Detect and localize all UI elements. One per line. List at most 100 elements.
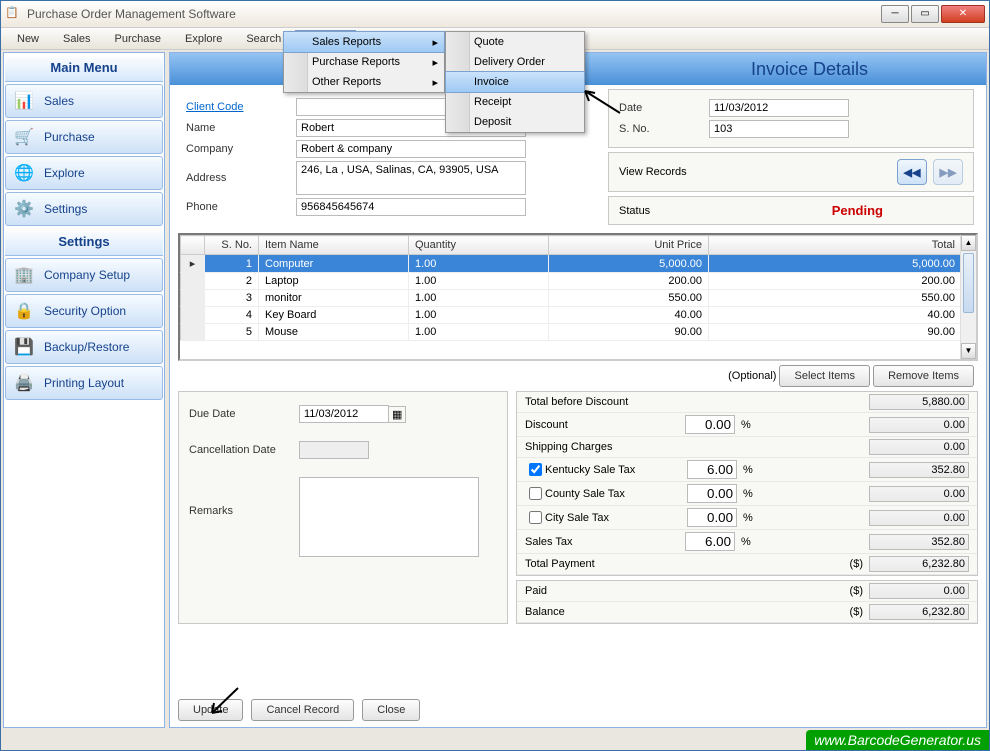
kentucky-pct-input[interactable] [687, 460, 737, 479]
update-button[interactable]: Update [178, 699, 243, 721]
sidebar-item-label: Settings [44, 202, 87, 216]
kentucky-value: 352.80 [869, 462, 969, 478]
sidebar-item-company[interactable]: 🏢 Company Setup [5, 258, 163, 292]
chevron-right-icon: ▸ [432, 76, 438, 89]
printer-icon: 🖨️ [12, 371, 36, 395]
company-input[interactable] [296, 140, 526, 158]
sno-label: S. No. [619, 123, 709, 135]
lock-icon: 🔒 [12, 299, 36, 323]
submenu-purchase-reports[interactable]: Purchase Reports▸ [284, 52, 444, 72]
sidebar-item-label: Sales [44, 94, 74, 108]
watermark: www.BarcodeGenerator.us [806, 730, 989, 750]
chevron-right-icon: ▸ [432, 36, 438, 49]
optional-label: (Optional) [728, 370, 776, 382]
chevron-right-icon: ▸ [432, 56, 438, 69]
submenu-delivery-order[interactable]: Delivery Order [446, 52, 584, 72]
shipping-value: 0.00 [869, 439, 969, 455]
maximize-button[interactable]: ▭ [911, 5, 939, 23]
paid-label: Paid [525, 585, 685, 597]
content: Invoice Details Client Code Name Company… [169, 52, 987, 728]
remarks-label: Remarks [189, 477, 299, 517]
sidebar-item-printing[interactable]: 🖨️ Printing Layout [5, 366, 163, 400]
select-items-button[interactable]: Select Items [779, 365, 870, 387]
minimize-button[interactable]: ─ [881, 5, 909, 23]
sidebar-item-backup[interactable]: 💾 Backup/Restore [5, 330, 163, 364]
menu-explore[interactable]: Explore [175, 31, 232, 47]
sidebar-item-label: Backup/Restore [44, 340, 129, 354]
grid-row[interactable]: 4Key Board1.0040.0040.00 [181, 307, 976, 324]
sidebar-item-security[interactable]: 🔒Security Option [5, 294, 163, 328]
sidebar-item-explore[interactable]: 🌐Explore [5, 156, 163, 190]
status-value: Pending [832, 203, 883, 218]
name-label: Name [186, 122, 296, 134]
sidebar-settings-title: Settings [5, 228, 163, 256]
total-payment-label: Total Payment [525, 558, 685, 570]
disk-icon: 💾 [12, 335, 36, 359]
submenu-other-reports[interactable]: Other Reports▸ [284, 72, 444, 92]
grid-row[interactable]: 3monitor1.00550.00550.00 [181, 290, 976, 307]
kentucky-checkbox[interactable] [529, 463, 542, 476]
due-date-input[interactable] [299, 405, 389, 423]
city-checkbox[interactable] [529, 511, 542, 524]
remove-items-button[interactable]: Remove Items [873, 365, 974, 387]
items-grid[interactable]: S. No. Item Name Quantity Unit Price Tot… [178, 233, 978, 361]
balance-label: Balance [525, 606, 685, 618]
grid-row[interactable]: 5Mouse1.0090.0090.00 [181, 324, 976, 341]
date-input[interactable] [709, 99, 849, 117]
gear-icon: ⚙️ [12, 197, 36, 221]
due-date-label: Due Date [189, 408, 299, 420]
submenu-invoice[interactable]: Invoice [445, 71, 585, 93]
address-input[interactable] [296, 161, 526, 195]
client-code-link[interactable]: Client Code [186, 101, 296, 113]
phone-input[interactable] [296, 198, 526, 216]
col-price[interactable]: Unit Price [549, 236, 709, 255]
prev-record-button[interactable]: ◀◀ [897, 159, 927, 185]
kentucky-label: Kentucky Sale Tax [545, 464, 687, 476]
col-indicator [181, 236, 205, 255]
submenu-sales-reports[interactable]: Sales Reports▸ [283, 31, 445, 53]
menu-new[interactable]: New [7, 31, 49, 47]
sno-input[interactable] [709, 120, 849, 138]
sidebar-item-label: Company Setup [44, 268, 130, 282]
county-pct-input[interactable] [687, 484, 737, 503]
submenu-receipt[interactable]: Receipt [446, 92, 584, 112]
submenu-deposit[interactable]: Deposit [446, 112, 584, 132]
salestax-pct-input[interactable] [685, 532, 735, 551]
paid-value: 0.00 [869, 583, 969, 599]
discount-label: Discount [525, 419, 685, 431]
sales-reports-submenu: Quote Delivery Order Invoice Receipt Dep… [445, 31, 585, 133]
discount-pct-input[interactable] [685, 415, 735, 434]
city-pct-input[interactable] [687, 508, 737, 527]
cancel-date-input[interactable] [299, 441, 369, 459]
col-itemname[interactable]: Item Name [259, 236, 409, 255]
total-payment-value: 6,232.80 [869, 556, 969, 572]
next-record-button[interactable]: ▶▶ [933, 159, 963, 185]
close-button[interactable]: Close [362, 699, 420, 721]
globe-icon: 🌐 [12, 161, 36, 185]
grid-scrollbar[interactable]: ▲▼ [960, 235, 976, 359]
cancel-record-button[interactable]: Cancel Record [251, 699, 354, 721]
window-title: Purchase Order Management Software [27, 7, 881, 21]
county-label: County Sale Tax [545, 488, 687, 500]
sidebar-item-purchase[interactable]: 🛒Purchase [5, 120, 163, 154]
close-button[interactable]: ✕ [941, 5, 985, 23]
col-total[interactable]: Total [709, 236, 976, 255]
grid-row[interactable]: 2Laptop1.00200.00200.00 [181, 273, 976, 290]
sidebar-item-settings[interactable]: ⚙️ Settings [5, 192, 163, 226]
building-icon: 🏢 [12, 263, 36, 287]
submenu-quote[interactable]: Quote [446, 32, 584, 52]
salestax-value: 352.80 [869, 534, 969, 550]
balance-value: 6,232.80 [869, 604, 969, 620]
remarks-input[interactable] [299, 477, 479, 557]
sidebar-item-label: Printing Layout [44, 376, 124, 390]
calendar-icon[interactable]: ▦ [388, 406, 406, 423]
grid-row[interactable]: ▸1Computer1.005,000.005,000.00 [181, 255, 976, 273]
menu-sales[interactable]: Sales [53, 31, 101, 47]
county-checkbox[interactable] [529, 487, 542, 500]
col-sno[interactable]: S. No. [205, 236, 259, 255]
address-label: Address [186, 172, 296, 184]
col-qty[interactable]: Quantity [409, 236, 549, 255]
sidebar-item-sales[interactable]: 📊Sales [5, 84, 163, 118]
menu-purchase[interactable]: Purchase [105, 31, 171, 47]
app-icon: 📋 [5, 6, 21, 22]
